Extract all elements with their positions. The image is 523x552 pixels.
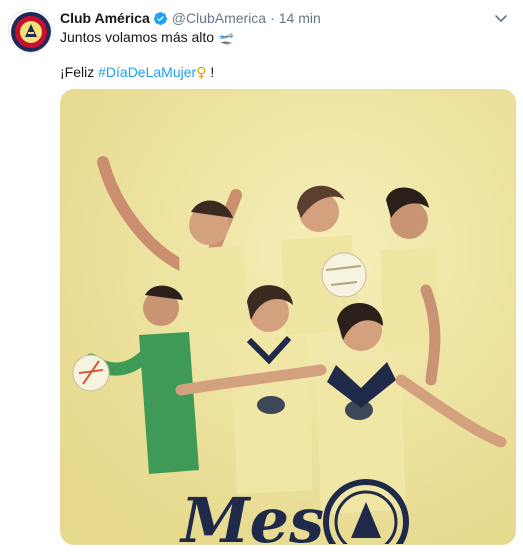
greeting-prefix: ¡Feliz (60, 64, 99, 80)
tweet-text-line1: Juntos volamos más alto 🛫 (60, 28, 234, 48)
club-america-crest-icon (11, 12, 51, 52)
timestamp[interactable]: 14 min (279, 10, 321, 26)
players-illustration: Mes (61, 90, 515, 545)
greeting-suffix: ! (206, 64, 215, 80)
tweet-text: Juntos volamos más alto (60, 29, 215, 45)
chevron-down-icon[interactable] (493, 10, 509, 26)
tweet-header: Club América @ClubAmerica · 14 min (60, 9, 321, 27)
hashtag-link[interactable]: #DíaDeLaMujer (98, 64, 196, 80)
female-sign-emoji: ♀ (196, 65, 207, 81)
display-name[interactable]: Club América (60, 10, 150, 26)
airplane-departure-emoji: 🛫 (217, 31, 235, 46)
tweet-media-image[interactable]: Mes (60, 89, 516, 545)
tweet-text-line2: ¡Feliz #DíaDeLaMujer♀ ! (60, 63, 214, 83)
club-crest-logo (323, 479, 409, 544)
banner-text: Mes (179, 484, 324, 545)
separator: · (270, 10, 275, 26)
user-handle[interactable]: @ClubAmerica (172, 10, 266, 26)
verified-badge-icon (153, 11, 167, 25)
tweet: Club América @ClubAmerica · 14 min Junto… (0, 0, 523, 552)
avatar[interactable] (8, 9, 52, 53)
